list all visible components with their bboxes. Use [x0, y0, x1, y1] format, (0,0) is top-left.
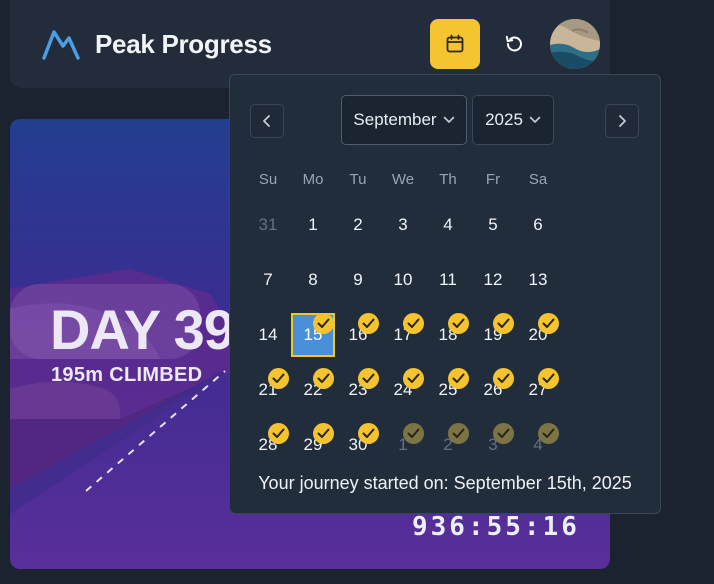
- day-number: 5: [488, 215, 498, 234]
- year-select[interactable]: 2025: [472, 95, 554, 145]
- day-number: 12: [483, 270, 503, 289]
- checkmark-icon: [538, 313, 559, 334]
- checkmark-icon: [268, 368, 289, 389]
- day-number: 13: [528, 270, 548, 289]
- month-select-value: September: [353, 110, 437, 129]
- checkmark-icon: [358, 368, 379, 389]
- weekday-label: Fr: [485, 171, 501, 188]
- calendar-day[interactable]: 3: [381, 203, 425, 247]
- day-number: 8: [308, 270, 318, 289]
- calendar-day[interactable]: 9: [336, 258, 380, 302]
- year-select-value: 2025: [485, 110, 523, 129]
- day-number: 10: [393, 270, 413, 289]
- calendar-button[interactable]: [430, 19, 480, 69]
- day-number: 1: [308, 215, 318, 234]
- day-number: 14: [258, 325, 278, 344]
- checkmark-icon: [313, 423, 334, 444]
- chevron-down-icon: [443, 116, 454, 123]
- chevron-down-icon: [529, 116, 541, 123]
- previous-month-button[interactable]: [250, 104, 284, 138]
- day-counter-title: DAY 39: [50, 298, 235, 361]
- checkmark-icon: [538, 423, 559, 444]
- calendar-day[interactable]: 2: [336, 203, 380, 247]
- coastline-photo-avatar: [550, 19, 600, 69]
- day-number: 6: [533, 215, 543, 234]
- checkmark-icon: [358, 423, 379, 444]
- checkmark-icon: [448, 313, 469, 334]
- checkmark-icon: [358, 313, 379, 334]
- calendar-day[interactable]: 7: [246, 258, 290, 302]
- weekday-label: Tu: [349, 171, 367, 188]
- day-number: 7: [263, 270, 273, 289]
- calendar-day[interactable]: 14: [246, 313, 290, 357]
- checkmark-icon: [403, 423, 424, 444]
- day-number: 3: [398, 215, 408, 234]
- chevron-right-icon: [619, 115, 626, 127]
- refresh-button[interactable]: [494, 24, 534, 64]
- checkmark-icon: [493, 368, 514, 389]
- checkmark-icon: [313, 368, 334, 389]
- calendar-day[interactable]: 5: [471, 203, 515, 247]
- day-number: 11: [439, 270, 457, 289]
- elapsed-timer: 936:55:16: [412, 512, 580, 542]
- calendar-day[interactable]: 6: [516, 203, 560, 247]
- day-number: 9: [353, 270, 363, 289]
- calendar-day[interactable]: 1: [291, 203, 335, 247]
- checkmark-icon: [493, 423, 514, 444]
- journey-start-text: Your journey started on: September 15th,…: [258, 473, 632, 493]
- mountain-icon: [42, 30, 80, 60]
- calendar-icon: [446, 34, 464, 53]
- calendar-day[interactable]: 11: [426, 258, 470, 302]
- calendar-popover: September 2025 Su Mo Tu We Th Fr Sa 31 1 2 3 4 5 6 7 8…: [229, 74, 661, 514]
- weekday-label: Su: [258, 171, 278, 188]
- day-number: 2: [353, 215, 363, 234]
- app-title: Peak Progress: [95, 29, 272, 59]
- next-month-button[interactable]: [605, 104, 639, 138]
- checkmark-icon: [268, 423, 289, 444]
- month-select[interactable]: September: [341, 95, 467, 145]
- calendar-day[interactable]: 4: [426, 203, 470, 247]
- checkmark-icon: [493, 313, 514, 334]
- weekday-label: Th: [439, 171, 457, 188]
- checkmark-icon: [313, 313, 334, 334]
- checkmark-icon: [448, 423, 469, 444]
- weekday-label: Sa: [528, 171, 548, 188]
- checkmark-icon: [403, 368, 424, 389]
- day-number: 4: [443, 215, 453, 234]
- checkmark-icon: [448, 368, 469, 389]
- checkmark-icon: [403, 313, 424, 334]
- calendar-day[interactable]: 10: [381, 258, 425, 302]
- calendar-day[interactable]: 8: [291, 258, 335, 302]
- user-avatar[interactable]: [550, 19, 600, 69]
- calendar-day[interactable]: 31: [246, 203, 290, 247]
- calendar-day[interactable]: 12: [471, 258, 515, 302]
- calendar-day[interactable]: 13: [516, 258, 560, 302]
- refresh-icon: [505, 35, 522, 52]
- chevron-left-icon: [263, 115, 270, 127]
- weekday-label: We: [391, 171, 415, 188]
- checkmark-icon: [538, 368, 559, 389]
- climbed-distance: 195m CLIMBED: [51, 364, 203, 386]
- day-number: 31: [258, 215, 278, 234]
- weekday-label: Mo: [302, 171, 324, 188]
